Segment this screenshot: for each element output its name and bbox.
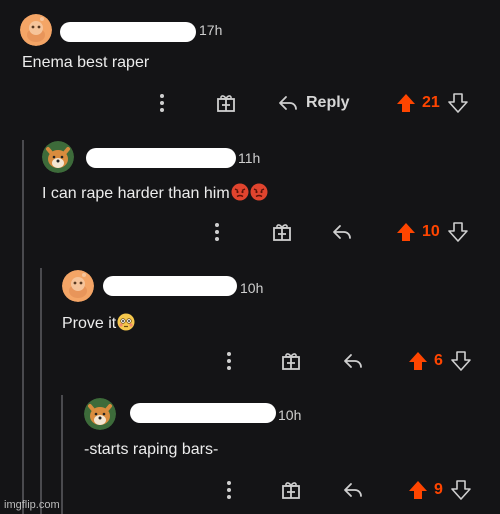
downvote-arrow-icon[interactable] bbox=[451, 480, 471, 500]
thread-line bbox=[61, 395, 63, 514]
reply-arrow-icon bbox=[279, 96, 297, 110]
vote-controls: 6 bbox=[408, 351, 471, 371]
shiba-dog-avatar-icon[interactable] bbox=[84, 398, 116, 430]
more-vertical-icon bbox=[160, 94, 164, 112]
downvote-arrow-icon[interactable] bbox=[451, 351, 471, 371]
reply-arrow-icon bbox=[344, 354, 362, 368]
reply-button[interactable]: Reply bbox=[278, 93, 350, 113]
vote-controls: 9 bbox=[408, 480, 471, 500]
redacted-username bbox=[130, 403, 276, 423]
imgflip-watermark: imgflip.com bbox=[4, 499, 60, 511]
reply-button[interactable] bbox=[332, 222, 352, 242]
reddit-snoo-avatar-icon[interactable] bbox=[62, 270, 94, 302]
reply-button[interactable] bbox=[343, 351, 363, 371]
more-options-button[interactable] bbox=[158, 93, 166, 113]
shiba-dog-avatar-icon[interactable] bbox=[42, 141, 74, 173]
more-options-button[interactable] bbox=[213, 222, 221, 242]
reply-arrow-icon bbox=[344, 483, 362, 497]
reply-button[interactable] bbox=[343, 480, 363, 500]
vote-score: 9 bbox=[434, 481, 443, 498]
comment-text: -starts raping bars- bbox=[84, 441, 218, 459]
redacted-username bbox=[60, 22, 196, 42]
reply-label: Reply bbox=[306, 94, 350, 111]
angry-face-emoji bbox=[231, 183, 249, 201]
comment-text: Prove it bbox=[62, 313, 135, 333]
comment-text-label: -starts raping bars- bbox=[84, 441, 219, 458]
redacted-username bbox=[86, 148, 236, 168]
comment-text-label: Prove it bbox=[62, 315, 117, 332]
award-button[interactable] bbox=[281, 351, 301, 371]
award-button[interactable] bbox=[272, 222, 292, 242]
award-button[interactable] bbox=[281, 480, 301, 500]
redacted-username bbox=[103, 276, 237, 296]
reddit-snoo-avatar-icon[interactable] bbox=[20, 14, 52, 46]
thread-line bbox=[40, 268, 42, 514]
comment-age: 10h bbox=[240, 280, 264, 296]
vote-controls: 10 bbox=[396, 222, 468, 242]
reply-arrow-icon bbox=[333, 225, 351, 239]
thread-line bbox=[22, 140, 24, 514]
flushed-face-emoji bbox=[117, 313, 135, 331]
gift-award-icon bbox=[217, 95, 235, 112]
more-vertical-icon bbox=[215, 223, 219, 241]
angry-face-emoji bbox=[250, 183, 268, 201]
comment-text-label: Enema best raper bbox=[22, 54, 150, 71]
more-options-button[interactable] bbox=[225, 480, 233, 500]
vote-score: 6 bbox=[434, 352, 443, 369]
comment-text: Enema best raper bbox=[22, 54, 149, 72]
more-options-button[interactable] bbox=[225, 351, 233, 371]
gift-award-icon bbox=[282, 482, 300, 499]
award-button[interactable] bbox=[216, 93, 236, 113]
comment-age: 11h bbox=[238, 150, 261, 166]
upvote-arrow-icon[interactable] bbox=[396, 93, 416, 113]
downvote-arrow-icon[interactable] bbox=[447, 93, 468, 113]
upvote-arrow-icon[interactable] bbox=[408, 480, 428, 500]
more-vertical-icon bbox=[227, 352, 231, 370]
comment-age: 10h bbox=[278, 407, 302, 423]
upvote-arrow-icon[interactable] bbox=[408, 351, 428, 371]
gift-award-icon bbox=[282, 353, 300, 370]
vote-score: 21 bbox=[422, 94, 440, 111]
upvote-arrow-icon[interactable] bbox=[396, 222, 416, 242]
vote-controls: 21 bbox=[396, 93, 468, 113]
comment-text: I can rape harder than him bbox=[42, 183, 268, 203]
vote-score: 10 bbox=[422, 223, 440, 240]
downvote-arrow-icon[interactable] bbox=[447, 222, 468, 242]
gift-award-icon bbox=[273, 224, 291, 241]
comment-text-label: I can rape harder than him bbox=[42, 185, 230, 202]
comment-age: 17h bbox=[199, 22, 223, 38]
more-vertical-icon bbox=[227, 481, 231, 499]
